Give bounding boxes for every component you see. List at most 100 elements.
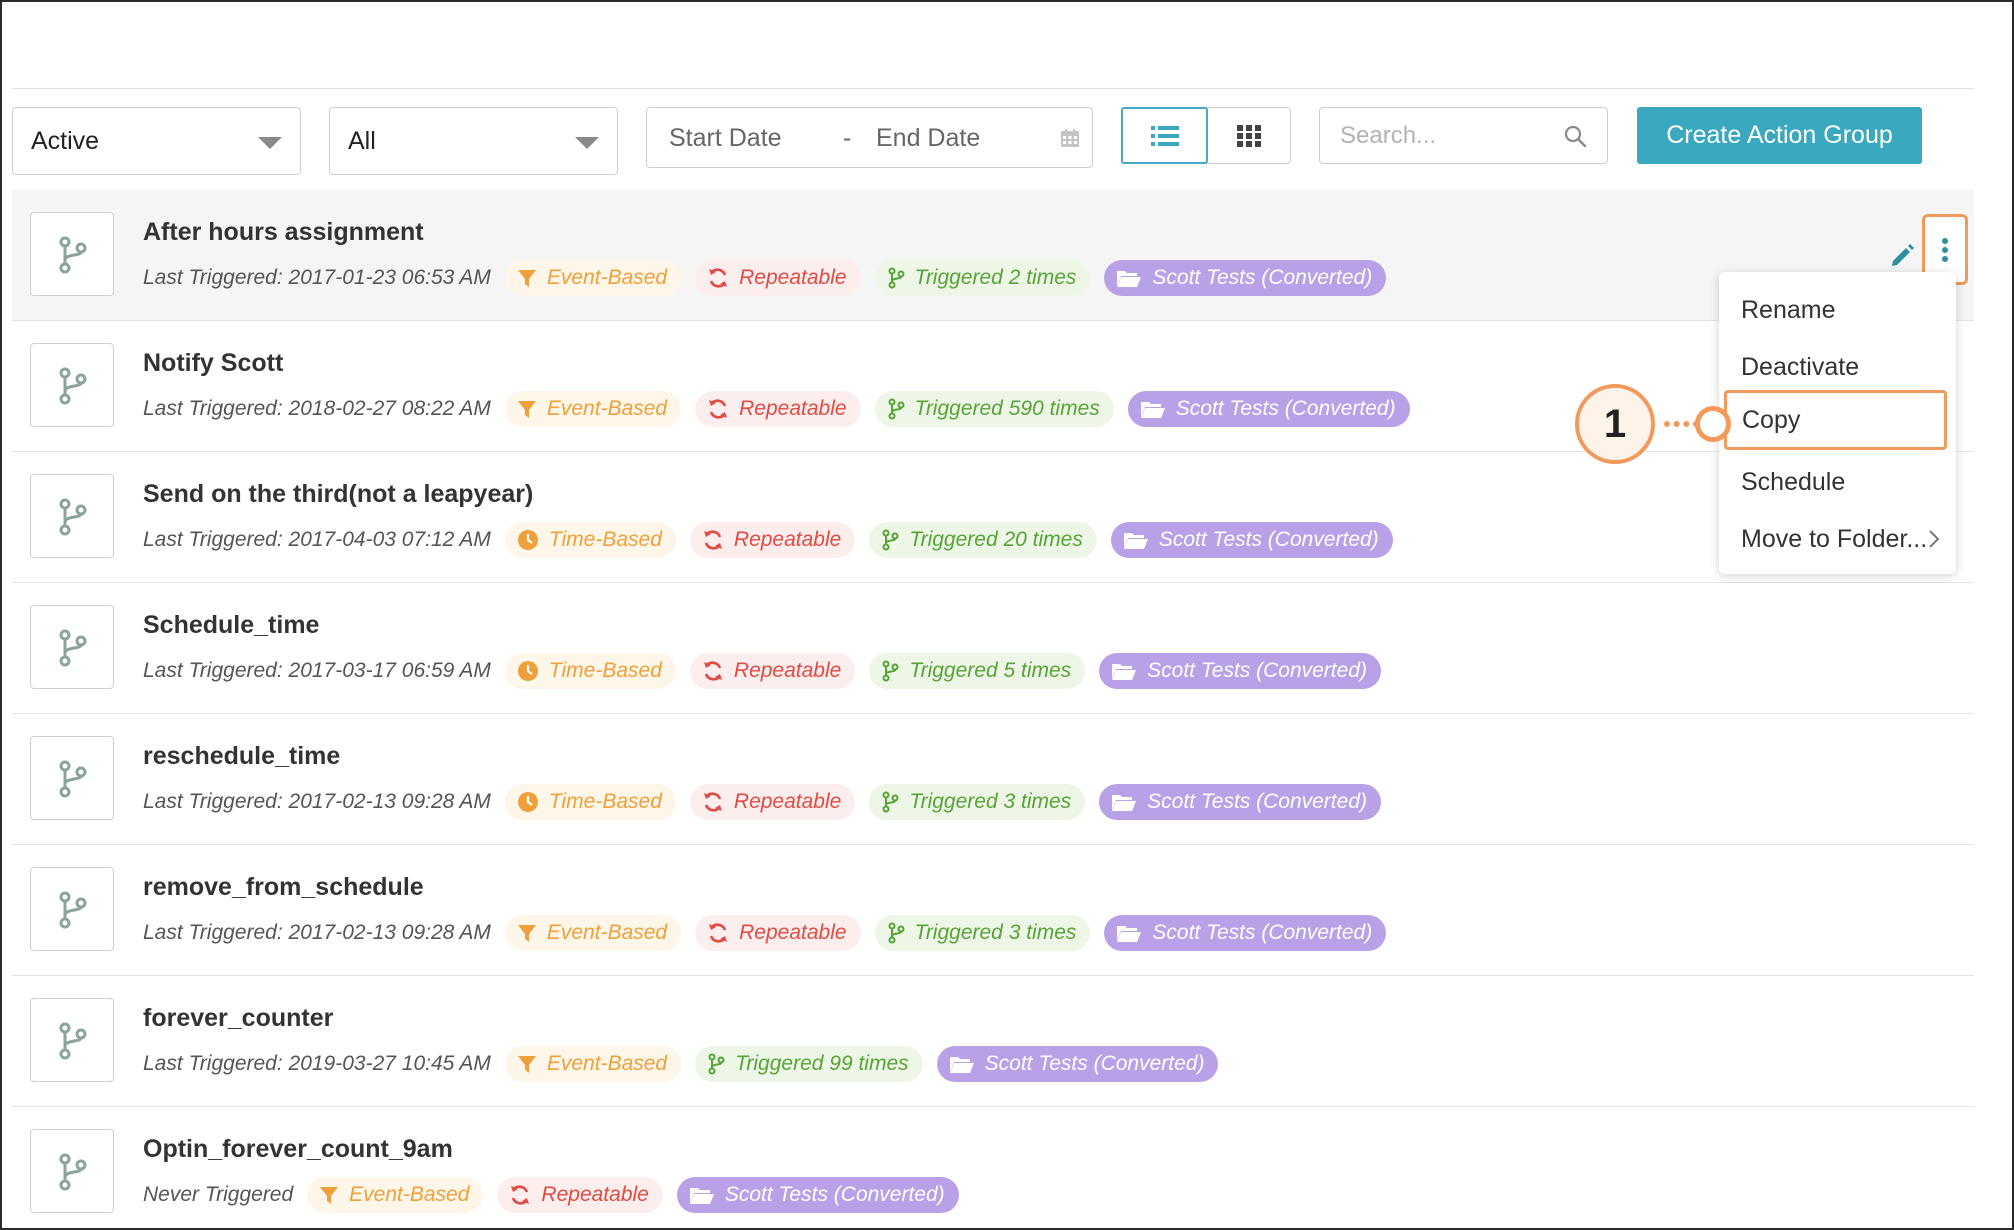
branch-icon [30,605,114,689]
last-triggered: Never Triggered [143,1183,294,1206]
action-group-row[interactable]: After hours assignment Last Triggered: 2… [12,190,1974,321]
folder-badge[interactable]: Scott Tests (Converted) [1104,260,1387,296]
list-view-button[interactable] [1121,107,1208,164]
menu-item-rename[interactable]: Rename [1719,285,1956,335]
type-label: Time-Based [548,790,662,813]
menu-item-move-to-folder[interactable]: Move to Folder... [1719,514,1956,564]
branch-icon [30,736,114,820]
triggered-badge: Triggered 20 times [869,522,1097,558]
clock-icon [517,791,539,813]
grid-view-button[interactable] [1207,108,1290,163]
folder-label: Scott Tests (Converted) [984,1052,1205,1075]
triggered-badge: Triggered 5 times [869,653,1086,689]
menu-item-label: Move to Folder... [1741,524,1928,553]
branch-icon [881,660,899,682]
app-frame: Active All Start Date - End Date Search.… [0,0,2014,1230]
view-mode-toggle[interactable] [1121,107,1291,164]
search-icon[interactable] [1563,124,1587,148]
repeatable-label: Repeatable [739,397,847,420]
type-badge: Event-Based [504,260,682,296]
row-title[interactable]: After hours assignment [143,218,424,247]
row-meta: Last Triggered: 2017-01-23 06:53 AM Even… [143,259,1387,297]
action-group-row[interactable]: Optin_forever_count_9am Never Triggered … [12,1107,1974,1228]
branch-icon [30,474,114,558]
folder-badge[interactable]: Scott Tests (Converted) [1127,391,1410,427]
folder-badge[interactable]: Scott Tests (Converted) [1099,653,1381,689]
branch-icon [30,867,114,951]
type-label: Event-Based [546,397,668,420]
row-meta: Last Triggered: 2017-04-03 07:12 AM Time… [143,521,1393,559]
last-triggered: Last Triggered: 2017-04-03 07:12 AM [143,528,491,551]
menu-item-deactivate[interactable]: Deactivate [1719,342,1956,392]
folder-badge[interactable]: Scott Tests (Converted) [676,1177,959,1213]
refresh-icon [702,660,724,682]
repeatable-badge: Repeatable [695,391,861,427]
date-range-picker[interactable]: Start Date - End Date [646,107,1093,168]
folder-icon [689,1185,715,1205]
row-title[interactable]: remove_from_schedule [143,873,424,902]
action-group-row[interactable]: Schedule_time Last Triggered: 2017-03-17… [12,583,1974,714]
row-meta: Last Triggered: 2017-02-13 09:28 AM Even… [143,914,1387,952]
filter-icon [517,923,537,943]
branch-icon [881,529,899,551]
last-triggered: Last Triggered: 2017-02-13 09:28 AM [143,790,491,813]
callout-connector [1664,421,1699,427]
branch-icon [881,791,899,813]
filter-icon [517,399,537,419]
repeatable-label: Repeatable [733,528,842,551]
row-title[interactable]: Notify Scott [143,349,283,378]
row-title[interactable]: Send on the third(not a leapyear) [143,480,533,509]
folder-badge[interactable]: Scott Tests (Converted) [1099,784,1381,820]
refresh-icon [707,922,729,944]
type-badge: Time-Based [504,784,676,820]
menu-item-copy[interactable]: Copy [1724,390,1947,450]
status-filter-select[interactable]: Active [12,107,301,175]
folder-icon [1116,923,1142,943]
folder-badge[interactable]: Scott Tests (Converted) [936,1046,1219,1082]
branch-icon [887,398,905,420]
type-filter-value: All [348,126,376,155]
menu-item-schedule[interactable]: Schedule [1719,457,1956,507]
triggered-badge: Triggered 590 times [874,391,1114,427]
branch-icon [887,267,905,289]
repeatable-label: Repeatable [739,921,847,944]
folder-badge[interactable]: Scott Tests (Converted) [1104,915,1387,951]
refresh-icon [707,267,729,289]
pencil-icon[interactable] [1890,242,1916,268]
start-date-input[interactable]: Start Date [669,124,782,153]
filter-icon [319,1185,339,1205]
folder-icon [1140,399,1166,419]
action-group-row[interactable]: remove_from_schedule Last Triggered: 201… [12,845,1974,976]
folder-icon [949,1054,975,1074]
row-title[interactable]: reschedule_time [143,742,340,771]
last-triggered: Last Triggered: 2019-03-27 10:45 AM [143,1052,491,1075]
row-meta: Last Triggered: 2017-02-13 09:28 AM Time… [143,783,1381,821]
search-input[interactable] [1320,108,1540,163]
type-label: Event-Based [546,1052,668,1075]
calendar-icon[interactable] [1060,128,1080,148]
triggered-label: Triggered 3 times [914,921,1077,944]
triggered-badge: Triggered 3 times [869,784,1086,820]
refresh-icon [509,1184,531,1206]
action-group-row[interactable]: Notify Scott Last Triggered: 2018-02-27 … [12,321,1974,452]
action-group-row[interactable]: reschedule_time Last Triggered: 2017-02-… [12,714,1974,845]
type-label: Time-Based [548,528,662,551]
end-date-input[interactable]: End Date [876,124,980,153]
chevron-right-icon [1929,530,1940,548]
branch-icon [30,343,114,427]
action-group-row[interactable]: forever_counter Last Triggered: 2019-03-… [12,976,1974,1107]
row-title[interactable]: forever_counter [143,1004,333,1033]
repeatable-badge: Repeatable [695,260,861,296]
repeatable-label: Repeatable [733,790,842,813]
action-group-row[interactable]: Send on the third(not a leapyear) Last T… [12,452,1974,583]
type-label: Event-Based [349,1183,470,1206]
create-action-group-button[interactable]: Create Action Group [1637,107,1922,164]
triggered-badge: Triggered 99 times [695,1046,923,1082]
callout-marker: 1 [1575,384,1655,464]
type-filter-select[interactable]: All [329,107,618,175]
folder-label: Scott Tests (Converted) [1147,659,1367,682]
branch-icon [30,212,114,296]
row-title[interactable]: Optin_forever_count_9am [143,1135,453,1164]
folder-badge[interactable]: Scott Tests (Converted) [1110,522,1393,558]
row-title[interactable]: Schedule_time [143,611,319,640]
